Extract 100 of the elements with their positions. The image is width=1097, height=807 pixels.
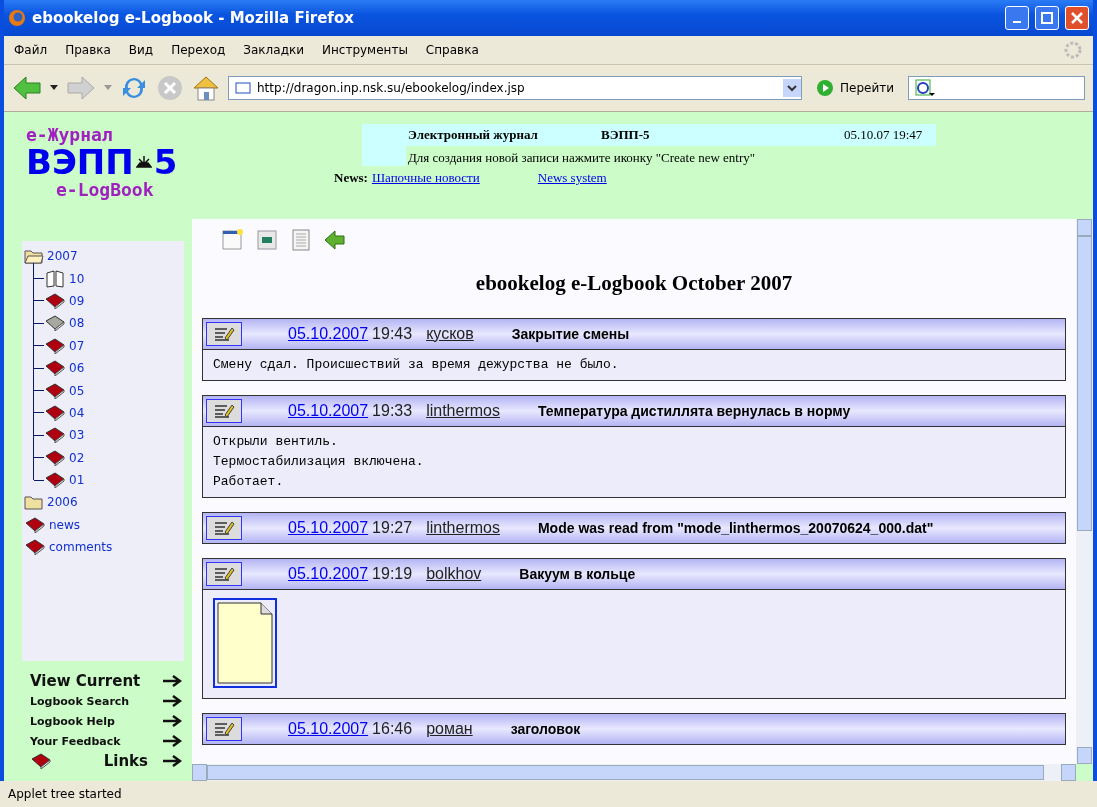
author-link[interactable]: linthermos <box>426 402 500 420</box>
menu-item[interactable]: Инструменты <box>322 43 408 57</box>
back-arrow-icon[interactable] <box>324 229 346 251</box>
document-icon <box>217 602 273 684</box>
arrow-icon <box>162 695 182 707</box>
back-icon[interactable] <box>12 75 42 101</box>
edit-icon <box>213 721 235 737</box>
book-icon <box>44 292 66 309</box>
entry-text: Смену сдал. Происшествий за время дежурства не было. <box>213 356 620 374</box>
edit-icon <box>213 520 235 536</box>
nav-link[interactable]: Your Feedback <box>30 734 121 748</box>
date-link[interactable]: 05.10.2007 <box>288 402 369 420</box>
tree-item[interactable]: 03 <box>69 428 85 443</box>
date-link[interactable]: 05.10.2007 <box>288 519 369 537</box>
minimize-icon <box>1013 21 1021 23</box>
tree-item[interactable]: 10 <box>69 271 85 286</box>
arrow-icon <box>162 735 182 747</box>
nav-link[interactable]: Logbook Help <box>30 714 115 728</box>
tree-item[interactable]: 04 <box>69 405 85 420</box>
journal-name: ВЭПП-5 <box>599 124 843 146</box>
date-link[interactable]: 05.10.2007 <box>288 720 369 738</box>
address-field[interactable]: http://dragon.inp.nsk.su/ebookelog/index.jsp <box>228 76 802 100</box>
folder-icon <box>24 494 44 511</box>
tree-item[interactable]: 05 <box>69 383 85 398</box>
tree-item[interactable]: 09 <box>69 293 85 308</box>
entry-title: Температура дистиллята вернулась в норму <box>537 403 851 419</box>
news-link[interactable]: Шапочные новости <box>371 170 480 186</box>
arrow-icon <box>162 675 182 687</box>
window-title: ebookelog e-Logbook - Mozilla Firefox <box>32 9 355 27</box>
news-label: News: <box>334 170 368 186</box>
arrow-icon <box>162 715 182 727</box>
search-field[interactable] <box>908 76 1085 100</box>
go-button[interactable]: Перейти <box>810 79 900 97</box>
edit-button[interactable] <box>206 399 242 423</box>
edit-button[interactable] <box>206 516 242 540</box>
search-engine-icon <box>915 79 937 97</box>
edit-button[interactable] <box>206 322 242 346</box>
tree-item[interactable]: 07 <box>69 338 85 353</box>
time-text: 19:27 <box>372 519 413 537</box>
entry-title: Вакуум в кольце <box>519 566 636 582</box>
book-icon <box>44 382 66 399</box>
time-text: 19:33 <box>372 402 413 420</box>
time-text: 19:43 <box>372 325 413 343</box>
horizontal-scroll-thumb[interactable] <box>207 765 1044 780</box>
menu-item[interactable]: Файл <box>14 43 48 57</box>
entry-title: Закрытие смены <box>511 326 630 342</box>
tree-item[interactable]: 2006 <box>47 495 78 510</box>
home-icon[interactable] <box>192 74 220 102</box>
menu-item[interactable]: Правка <box>65 43 111 57</box>
tree-item[interactable]: 01 <box>69 473 85 488</box>
dropdown-caret-icon[interactable] <box>50 85 58 91</box>
edit-icon <box>213 403 235 419</box>
tree-item[interactable]: comments <box>49 540 113 555</box>
tree-item[interactable]: 02 <box>69 450 85 465</box>
time-text: 19:19 <box>372 565 413 583</box>
date-link[interactable]: 05.10.2007 <box>288 325 369 343</box>
new-entry-icon[interactable] <box>222 229 244 251</box>
journal-label: Электронный журнал <box>406 124 600 146</box>
book-icon <box>44 427 66 444</box>
entry-text: Работает. <box>213 473 285 491</box>
maximize-button[interactable] <box>1035 6 1059 30</box>
time-text: 16:46 <box>372 720 413 738</box>
site-icon <box>235 81 251 95</box>
book-icon <box>44 315 66 332</box>
book-icon <box>44 472 66 489</box>
attachment-thumbnail[interactable] <box>213 598 277 688</box>
entry-title: Mode was read from "mode_linthermos_20070624_000.dat" <box>537 520 934 536</box>
arrow-icon <box>162 755 182 767</box>
menu-item[interactable]: Закладки <box>243 43 304 57</box>
logo-text: ВЭПП <box>26 145 134 179</box>
page-title: ebookelog e-Logbook October 2007 <box>474 271 794 296</box>
date-link[interactable]: 05.10.2007 <box>288 565 369 583</box>
menu-item[interactable]: Переход <box>171 43 226 57</box>
nav-link[interactable]: View Current <box>30 672 141 690</box>
tree-item[interactable]: 08 <box>69 316 85 331</box>
menu-item[interactable]: Вид <box>128 43 154 57</box>
datetime-text: 05.10.07 19:47 <box>842 124 936 146</box>
author-link[interactable]: linthermos <box>426 519 500 537</box>
menu-item[interactable]: Справка <box>425 43 479 57</box>
status-text: Applet tree started <box>8 787 122 801</box>
book-icon <box>44 404 66 421</box>
open-folder-icon <box>24 248 44 265</box>
screen-icon[interactable] <box>256 229 278 251</box>
nav-link[interactable]: Logbook Search <box>30 694 130 708</box>
tree-item[interactable]: 2007 <box>47 249 78 264</box>
author-link[interactable]: bolkhov <box>426 565 482 583</box>
author-link[interactable]: кусков <box>426 325 474 343</box>
edit-button[interactable] <box>206 717 242 741</box>
tree-item[interactable]: news <box>49 517 81 532</box>
dropdown-caret-icon[interactable] <box>783 79 801 97</box>
hint-text: Для создания новой записи нажмите иконку "Create new entry" <box>407 150 757 166</box>
news-link[interactable]: News system <box>537 170 607 186</box>
minimize-button[interactable] <box>1005 6 1029 30</box>
nav-link[interactable]: Links <box>103 752 148 770</box>
scroll-thumb[interactable] <box>1077 236 1092 531</box>
logo-mark-icon <box>135 155 152 169</box>
tree-item[interactable]: 06 <box>69 361 85 376</box>
author-link[interactable]: роман <box>426 720 473 738</box>
close-button[interactable] <box>1065 6 1089 30</box>
edit-button[interactable] <box>206 562 242 586</box>
